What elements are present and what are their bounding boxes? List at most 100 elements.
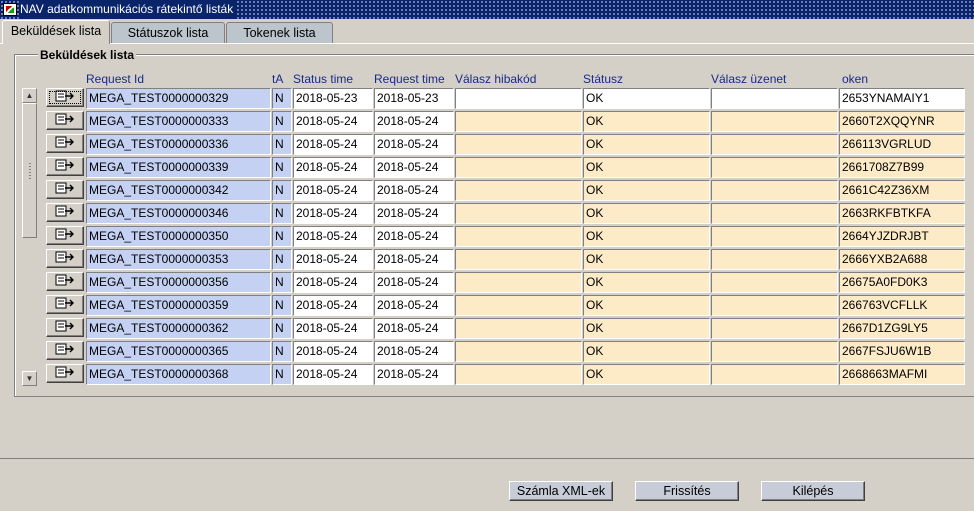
ta-cell[interactable]: N bbox=[272, 341, 292, 362]
status-cell[interactable]: OK bbox=[583, 295, 710, 316]
row-detail-button[interactable] bbox=[46, 249, 84, 268]
exit-button[interactable]: Kilépés bbox=[761, 481, 865, 501]
row-detail-button[interactable] bbox=[46, 88, 84, 107]
ta-cell[interactable]: N bbox=[272, 111, 292, 132]
status-cell[interactable]: OK bbox=[583, 272, 710, 293]
status-cell[interactable]: OK bbox=[583, 88, 710, 109]
status-cell[interactable]: OK bbox=[583, 157, 710, 178]
ta-cell[interactable]: N bbox=[272, 134, 292, 155]
status-time-cell[interactable]: 2018-05-24 bbox=[293, 226, 373, 247]
message-cell[interactable] bbox=[711, 249, 838, 270]
table-row[interactable]: MEGA_TEST0000000342 N 2018-05-24 2018-05-24… bbox=[0, 179, 974, 202]
status-cell[interactable]: OK bbox=[583, 134, 710, 155]
message-cell[interactable] bbox=[711, 318, 838, 339]
status-cell[interactable]: OK bbox=[583, 226, 710, 247]
row-detail-button[interactable] bbox=[46, 295, 84, 314]
ta-cell[interactable]: N bbox=[272, 203, 292, 224]
error-code-cell[interactable] bbox=[455, 134, 582, 155]
error-code-cell[interactable] bbox=[455, 180, 582, 201]
error-code-cell[interactable] bbox=[455, 295, 582, 316]
error-code-cell[interactable] bbox=[455, 226, 582, 247]
table-row[interactable]: MEGA_TEST0000000368 N 2018-05-24 2018-05-24… bbox=[0, 363, 974, 386]
token-cell[interactable]: 2653YNAMAIY1 bbox=[839, 88, 965, 109]
request-time-cell[interactable]: 2018-05-24 bbox=[374, 203, 454, 224]
error-code-cell[interactable] bbox=[455, 318, 582, 339]
message-cell[interactable] bbox=[711, 364, 838, 385]
table-row[interactable]: MEGA_TEST0000000362 N 2018-05-24 2018-05-24… bbox=[0, 317, 974, 340]
token-cell[interactable]: 2664YJZDRJBT bbox=[839, 226, 965, 247]
request-id-cell[interactable]: MEGA_TEST0000000359 bbox=[86, 295, 271, 316]
ta-cell[interactable]: N bbox=[272, 272, 292, 293]
request-id-cell[interactable]: MEGA_TEST0000000346 bbox=[86, 203, 271, 224]
row-detail-button[interactable] bbox=[46, 157, 84, 176]
request-time-cell[interactable]: 2018-05-24 bbox=[374, 318, 454, 339]
szamla-xml-button[interactable]: Számla XML-ek bbox=[509, 481, 613, 501]
row-detail-button[interactable] bbox=[46, 226, 84, 245]
row-detail-button[interactable] bbox=[46, 272, 84, 291]
table-row[interactable]: MEGA_TEST0000000346 N 2018-05-24 2018-05-24… bbox=[0, 202, 974, 225]
request-time-cell[interactable]: 2018-05-24 bbox=[374, 272, 454, 293]
table-row[interactable]: MEGA_TEST0000000350 N 2018-05-24 2018-05-24… bbox=[0, 225, 974, 248]
ta-cell[interactable]: N bbox=[272, 226, 292, 247]
request-time-cell[interactable]: 2018-05-24 bbox=[374, 180, 454, 201]
token-cell[interactable]: 2667FSJU6W1B bbox=[839, 341, 965, 362]
error-code-cell[interactable] bbox=[455, 88, 582, 109]
request-id-cell[interactable]: MEGA_TEST0000000368 bbox=[86, 364, 271, 385]
row-detail-button[interactable] bbox=[46, 134, 84, 153]
status-time-cell[interactable]: 2018-05-24 bbox=[293, 249, 373, 270]
request-id-cell[interactable]: MEGA_TEST0000000362 bbox=[86, 318, 271, 339]
table-row[interactable]: MEGA_TEST0000000356 N 2018-05-24 2018-05-24… bbox=[0, 271, 974, 294]
status-cell[interactable]: OK bbox=[583, 364, 710, 385]
request-time-cell[interactable]: 2018-05-24 bbox=[374, 226, 454, 247]
message-cell[interactable] bbox=[711, 157, 838, 178]
error-code-cell[interactable] bbox=[455, 157, 582, 178]
ta-cell[interactable]: N bbox=[272, 364, 292, 385]
request-id-cell[interactable]: MEGA_TEST0000000329 bbox=[86, 88, 271, 109]
row-detail-button[interactable] bbox=[46, 180, 84, 199]
request-time-cell[interactable]: 2018-05-24 bbox=[374, 157, 454, 178]
message-cell[interactable] bbox=[711, 272, 838, 293]
status-time-cell[interactable]: 2018-05-24 bbox=[293, 111, 373, 132]
message-cell[interactable] bbox=[711, 226, 838, 247]
status-time-cell[interactable]: 2018-05-24 bbox=[293, 134, 373, 155]
status-time-cell[interactable]: 2018-05-24 bbox=[293, 341, 373, 362]
tab-tokenek[interactable]: Tokenek lista bbox=[226, 22, 333, 44]
token-cell[interactable]: 2660T2XQQYNR bbox=[839, 111, 965, 132]
app-icon[interactable] bbox=[3, 3, 17, 16]
status-cell[interactable]: OK bbox=[583, 249, 710, 270]
error-code-cell[interactable] bbox=[455, 341, 582, 362]
refresh-button[interactable]: Frissítés bbox=[635, 481, 739, 501]
request-time-cell[interactable]: 2018-05-24 bbox=[374, 249, 454, 270]
table-row[interactable]: MEGA_TEST0000000329 N 2018-05-23 2018-05-23… bbox=[0, 87, 974, 110]
row-detail-button[interactable] bbox=[46, 203, 84, 222]
status-cell[interactable]: OK bbox=[583, 180, 710, 201]
token-cell[interactable]: 2667D1ZG9LY5 bbox=[839, 318, 965, 339]
message-cell[interactable] bbox=[711, 295, 838, 316]
error-code-cell[interactable] bbox=[455, 111, 582, 132]
request-time-cell[interactable]: 2018-05-24 bbox=[374, 295, 454, 316]
table-row[interactable]: MEGA_TEST0000000359 N 2018-05-24 2018-05-24… bbox=[0, 294, 974, 317]
request-id-cell[interactable]: MEGA_TEST0000000350 bbox=[86, 226, 271, 247]
row-detail-button[interactable] bbox=[46, 111, 84, 130]
message-cell[interactable] bbox=[711, 111, 838, 132]
message-cell[interactable] bbox=[711, 134, 838, 155]
ta-cell[interactable]: N bbox=[272, 249, 292, 270]
token-cell[interactable]: 266113VGRLUD bbox=[839, 134, 965, 155]
error-code-cell[interactable] bbox=[455, 364, 582, 385]
message-cell[interactable] bbox=[711, 88, 838, 109]
table-row[interactable]: MEGA_TEST0000000339 N 2018-05-24 2018-05-24… bbox=[0, 156, 974, 179]
tab-bekuldesek[interactable]: Beküldések lista bbox=[2, 20, 110, 44]
status-cell[interactable]: OK bbox=[583, 341, 710, 362]
ta-cell[interactable]: N bbox=[272, 295, 292, 316]
table-row[interactable]: MEGA_TEST0000000336 N 2018-05-24 2018-05-24… bbox=[0, 133, 974, 156]
token-cell[interactable]: 2663RKFBTKFA bbox=[839, 203, 965, 224]
request-id-cell[interactable]: MEGA_TEST0000000353 bbox=[86, 249, 271, 270]
error-code-cell[interactable] bbox=[455, 249, 582, 270]
token-cell[interactable]: 2666YXB2A688 bbox=[839, 249, 965, 270]
error-code-cell[interactable] bbox=[455, 272, 582, 293]
message-cell[interactable] bbox=[711, 203, 838, 224]
error-code-cell[interactable] bbox=[455, 203, 582, 224]
status-time-cell[interactable]: 2018-05-24 bbox=[293, 364, 373, 385]
ta-cell[interactable]: N bbox=[272, 318, 292, 339]
request-time-cell[interactable]: 2018-05-24 bbox=[374, 134, 454, 155]
